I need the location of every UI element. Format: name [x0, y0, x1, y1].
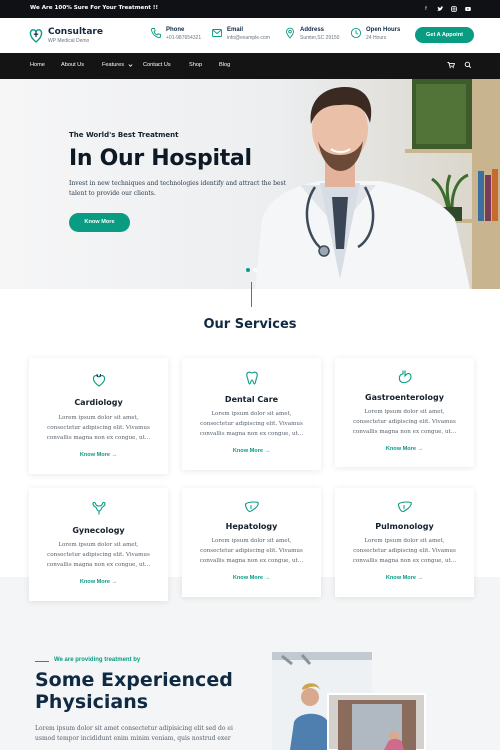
service-card-gynecology[interactable]: Gynecology Lorem ipsum dolor sit amet, c… — [29, 488, 168, 601]
service-title: Gynecology — [72, 526, 125, 535]
nav-item-home[interactable]: Home — [30, 62, 45, 68]
service-card-pulmonology[interactable]: Pulmonology Lorem ipsum dolor sit amet, … — [335, 488, 474, 597]
service-title: Hepatology — [225, 522, 278, 531]
twitter-icon[interactable] — [435, 4, 445, 14]
hero-title: In Our Hospital — [69, 146, 252, 171]
service-know-more-link[interactable]: Know More → — [182, 575, 321, 581]
address-value: Sumter,SC 29150 — [300, 35, 340, 41]
service-card-dental-care[interactable]: Dental Care Lorem ipsum dolor sit amet, … — [182, 358, 321, 470]
phone-icon — [151, 28, 161, 38]
liver-icon — [244, 501, 259, 513]
slider-dot[interactable] — [253, 268, 257, 272]
service-know-more-link[interactable]: Know More → — [335, 575, 474, 581]
service-description: Lorem ipsum dolor sit amet, consectetur … — [199, 411, 304, 437]
cart-icon[interactable] — [446, 60, 456, 70]
physicians-kicker: We are providing treatment by — [54, 657, 141, 663]
phone-label: Phone — [166, 27, 185, 33]
uterus-icon — [91, 501, 106, 515]
email-value[interactable]: info@example.com — [227, 35, 270, 41]
service-description: Lorem ipsum dolor sit amet, consectetur … — [352, 538, 457, 564]
email-label: Email — [227, 27, 244, 33]
stomach-icon — [398, 370, 412, 384]
service-description: Lorem ipsum dolor sit amet, consectetur … — [199, 538, 304, 564]
nav-item-contact[interactable]: Contact Us — [143, 62, 171, 68]
youtube-icon[interactable] — [463, 4, 473, 14]
service-know-more-link[interactable]: Know More → — [335, 446, 474, 452]
physicians-heading: Some Experienced Physicians — [35, 669, 233, 713]
service-know-more-link[interactable]: Know More → — [29, 452, 168, 458]
service-description: Lorem ipsum dolor sit amet, consectetur … — [46, 542, 151, 568]
brand-title[interactable]: Consultare — [48, 27, 103, 37]
facebook-icon[interactable]: f — [421, 4, 431, 14]
nav-item-blog[interactable]: Blog — [219, 62, 230, 68]
service-title: Pulmonology — [375, 522, 434, 531]
nav-item-about[interactable]: About Us — [61, 62, 84, 68]
phone-value[interactable]: +01-987654321 — [166, 35, 201, 41]
service-title: Gastroenterology — [365, 393, 444, 402]
section-divider-line — [251, 282, 252, 307]
email-icon — [212, 29, 222, 37]
service-title: Cardiology — [74, 398, 123, 407]
service-description: Lorem ipsum dolor sit amet, consectetur … — [352, 409, 457, 435]
clock-icon — [350, 27, 362, 39]
heart-icon — [92, 373, 105, 387]
hero-know-more-button[interactable]: Know More — [69, 213, 130, 232]
tooth-icon — [245, 371, 258, 385]
location-icon — [286, 27, 294, 39]
hours-value: 24 Hours — [366, 35, 387, 41]
service-know-more-link[interactable]: Know More → — [29, 579, 168, 585]
brand-subtitle: WP Medical Demo — [48, 38, 90, 44]
instagram-icon[interactable] — [449, 4, 459, 14]
physicians-description: Lorem ipsum dolor sit amet consectetur a… — [35, 725, 233, 742]
service-card-cardiology[interactable]: Cardiology Lorem ipsum dolor sit amet, c… — [29, 358, 168, 474]
search-icon[interactable] — [463, 60, 473, 70]
nav-item-features[interactable]: Features — [102, 62, 124, 68]
address-label: Address — [300, 27, 325, 33]
physicians-heading-line2: Physicians — [35, 691, 149, 713]
service-title: Dental Care — [224, 395, 279, 404]
topbar-message: We Are 100% Sure For Your Treatment !! — [30, 5, 159, 11]
hero-description: Invest in new techniques and technologie… — [69, 180, 286, 197]
kicker-line — [35, 661, 49, 662]
service-description: Lorem ipsum dolor sit amet, consectetur … — [46, 415, 151, 441]
lungs-icon — [397, 501, 412, 513]
logo-heart-icon[interactable] — [29, 26, 43, 44]
service-card-gastroenterology[interactable]: Gastroenterology Lorem ipsum dolor sit a… — [335, 358, 474, 467]
services-heading: Our Services — [203, 317, 297, 332]
physicians-image-collage — [272, 652, 426, 750]
physicians-heading-line1: Some Experienced — [35, 669, 233, 691]
get-appoint-button[interactable]: Get A Appoint — [415, 27, 474, 43]
service-know-more-link[interactable]: Know More → — [182, 448, 321, 454]
nav-item-shop[interactable]: Shop — [189, 62, 202, 68]
hero-kicker: The World's Best Treatment — [69, 131, 179, 139]
hours-label: Open Hours — [366, 27, 401, 33]
service-card-hepatology[interactable]: Hepatology Lorem ipsum dolor sit amet, c… — [182, 488, 321, 597]
slider-dot-active[interactable] — [246, 268, 250, 272]
chevron-down-icon[interactable] — [128, 63, 133, 68]
